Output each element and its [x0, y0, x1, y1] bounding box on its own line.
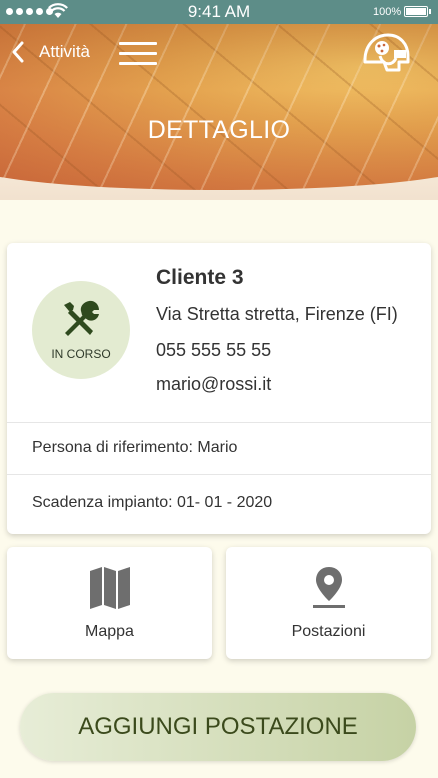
- back-label: Attività: [39, 42, 91, 61]
- add-station-button[interactable]: AGGIUNGI POSTAZIONE: [20, 693, 416, 761]
- page-title: DETTAGLIO: [147, 116, 291, 144]
- map-icon: [89, 567, 130, 609]
- client-phone[interactable]: 055 555 55 55: [156, 340, 271, 361]
- map-tile[interactable]: Mappa: [7, 547, 212, 659]
- divider: [7, 474, 431, 475]
- contact-person: Persona di riferimento: Mario: [32, 439, 238, 456]
- status-badge: IN CORSO: [32, 281, 130, 379]
- stations-tile-label: Postazioni: [291, 623, 366, 640]
- client-address: Via Stretta stretta, Firenze (FI): [156, 304, 398, 324]
- menu-icon[interactable]: [119, 41, 157, 67]
- client-detail-card: IN CORSO Cliente 3 Via Stretta stretta, …: [7, 243, 431, 534]
- battery-percentage: 100%: [373, 6, 402, 18]
- divider: [7, 422, 431, 423]
- map-tile-label: Mappa: [85, 623, 134, 640]
- status-bar: 9:41 AM 100%: [0, 0, 438, 24]
- stations-tile[interactable]: Postazioni: [226, 547, 431, 659]
- location-pin-icon: [312, 567, 345, 608]
- back-button[interactable]: Attività: [8, 38, 90, 66]
- chevron-left-icon: [12, 41, 24, 63]
- status-label: IN CORSO: [51, 347, 111, 361]
- tools-icon: [64, 300, 99, 336]
- client-email[interactable]: mario@rossi.it: [156, 374, 271, 395]
- battery-icon: [404, 6, 428, 17]
- client-name: Cliente 3: [156, 266, 244, 289]
- plant-deadline: Scadenza impianto: 01- 01 - 2020: [32, 494, 273, 511]
- helmet-icon[interactable]: [360, 30, 414, 76]
